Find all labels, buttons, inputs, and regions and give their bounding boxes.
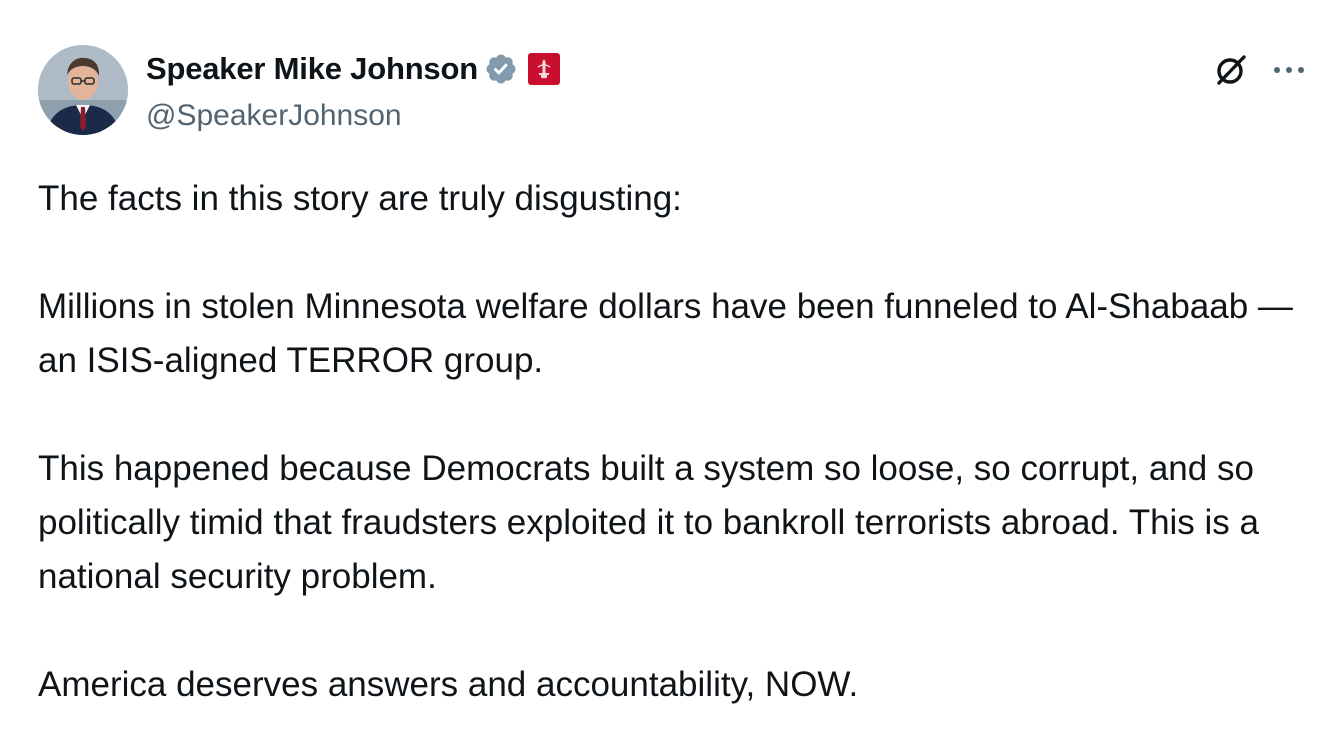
post-paragraph: The facts in this story are truly disgus… — [38, 179, 682, 218]
post-paragraph: Millions in stolen Minnesota welfare dol… — [38, 287, 1293, 380]
author-display-name[interactable]: Speaker Mike Johnson — [146, 51, 478, 87]
name-row: Speaker Mike Johnson — [146, 49, 560, 89]
more-options-icon[interactable] — [1270, 51, 1308, 89]
avatar[interactable] — [38, 45, 128, 135]
author-handle[interactable]: @SpeakerJohnson — [146, 99, 560, 133]
verified-badge-icon[interactable] — [484, 52, 518, 86]
post-paragraph: America deserves answers and accountabil… — [38, 665, 859, 704]
post-text: The facts in this story are truly disgus… — [38, 172, 1300, 712]
house-affiliation-icon[interactable] — [527, 53, 560, 85]
post-card: Speaker Mike Johnson @SpeakerJohnson The… — [0, 0, 1336, 736]
post-actions — [1212, 51, 1308, 89]
author-identity: Speaker Mike Johnson @SpeakerJohnson — [146, 49, 560, 133]
grok-icon[interactable] — [1212, 51, 1250, 89]
post-header: Speaker Mike Johnson @SpeakerJohnson — [38, 45, 1308, 135]
post-paragraph: This happened because Democrats built a … — [38, 449, 1260, 596]
